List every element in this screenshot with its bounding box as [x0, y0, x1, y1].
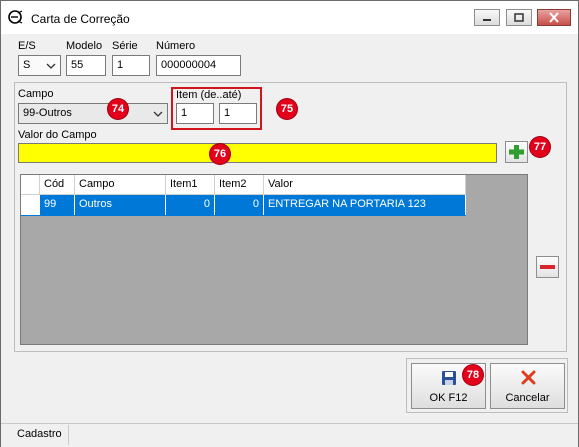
- item-ate-input[interactable]: 1: [219, 103, 257, 124]
- maximize-button[interactable]: [506, 9, 532, 26]
- table-cell: 0: [166, 195, 215, 215]
- table-cell: ENTREGAR NA PORTARIA 123: [264, 195, 466, 215]
- numero-label: Número: [156, 40, 196, 52]
- cancel-button[interactable]: Cancelar: [490, 363, 565, 409]
- ok-button-label: OK F12: [429, 392, 468, 404]
- table-cell: 99: [40, 195, 75, 215]
- marker-78: 78: [463, 365, 483, 385]
- column-header[interactable]: Item2: [215, 175, 264, 195]
- minus-icon: [540, 265, 555, 269]
- title-bar: Carta de Correção: [1, 1, 578, 34]
- item-label: Item (de..até): [176, 89, 242, 101]
- maximize-icon: [514, 13, 524, 22]
- table-cell: Outros: [75, 195, 166, 215]
- chevron-down-icon: [153, 111, 163, 117]
- campo-select[interactable]: 99-Outros: [18, 103, 168, 124]
- numero-value: 000000004: [161, 59, 217, 71]
- minimize-button[interactable]: [474, 9, 500, 26]
- campo-label: Campo: [18, 88, 54, 100]
- column-header[interactable]: Item1: [166, 175, 215, 195]
- status-divider: [68, 425, 69, 445]
- marker-75: 75: [277, 99, 297, 119]
- plus-icon: [509, 145, 524, 159]
- marker-77: 77: [530, 137, 550, 157]
- column-header[interactable]: Cód: [40, 175, 75, 195]
- status-tab-label: Cadastro: [17, 428, 62, 440]
- es-label: E/S: [18, 40, 36, 52]
- modelo-input[interactable]: 55: [66, 55, 106, 76]
- chevron-down-icon: [46, 63, 56, 69]
- minimize-icon: [483, 19, 491, 21]
- corrections-grid[interactable]: Cód Campo Item1 Item2 Valor 99 Outros 0 …: [20, 174, 528, 345]
- es-select-value: S: [23, 59, 31, 71]
- column-header[interactable]: Valor: [264, 175, 466, 195]
- item-ate-value: 1: [224, 107, 231, 119]
- marker-76: 76: [210, 144, 230, 164]
- grid-corner: [21, 175, 40, 195]
- table-cell: 0: [215, 195, 264, 215]
- save-icon: [442, 371, 456, 385]
- app-icon: [8, 10, 23, 24]
- add-button[interactable]: [505, 141, 528, 163]
- numero-input[interactable]: 000000004: [156, 55, 241, 76]
- window-title: Carta de Correção: [31, 12, 130, 26]
- column-header[interactable]: Campo: [75, 175, 166, 195]
- campo-select-value: 99-Outros: [23, 107, 72, 119]
- serie-label: Série: [112, 40, 138, 52]
- close-button[interactable]: [537, 9, 571, 26]
- item-de-value: 1: [181, 107, 188, 119]
- modelo-value: 55: [71, 59, 84, 71]
- valor-input[interactable]: [18, 143, 497, 163]
- close-icon: [549, 12, 559, 23]
- window: Carta de Correção E/S S Modelo 55 Série …: [0, 0, 579, 447]
- status-bar: Cadastro: [1, 423, 578, 447]
- valor-label: Valor do Campo: [18, 129, 97, 141]
- remove-button[interactable]: [536, 256, 559, 278]
- serie-value: 1: [117, 59, 124, 71]
- item-de-input[interactable]: 1: [176, 103, 214, 124]
- es-select[interactable]: S: [18, 55, 61, 76]
- cancel-button-label: Cancelar: [505, 392, 550, 404]
- row-indicator: [21, 195, 40, 215]
- cancel-x-icon: [521, 370, 536, 385]
- modelo-label: Modelo: [66, 40, 103, 52]
- marker-74: 74: [108, 99, 128, 119]
- table-row[interactable]: 99 Outros 0 0 ENTREGAR NA PORTARIA 123: [21, 195, 466, 216]
- serie-input[interactable]: 1: [112, 55, 150, 76]
